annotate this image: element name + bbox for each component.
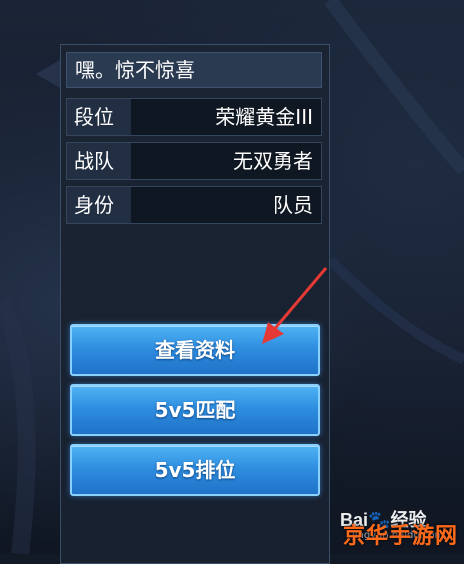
site-watermark: 京华手游网 [342, 524, 458, 549]
red-arrow-annotation [262, 267, 328, 344]
